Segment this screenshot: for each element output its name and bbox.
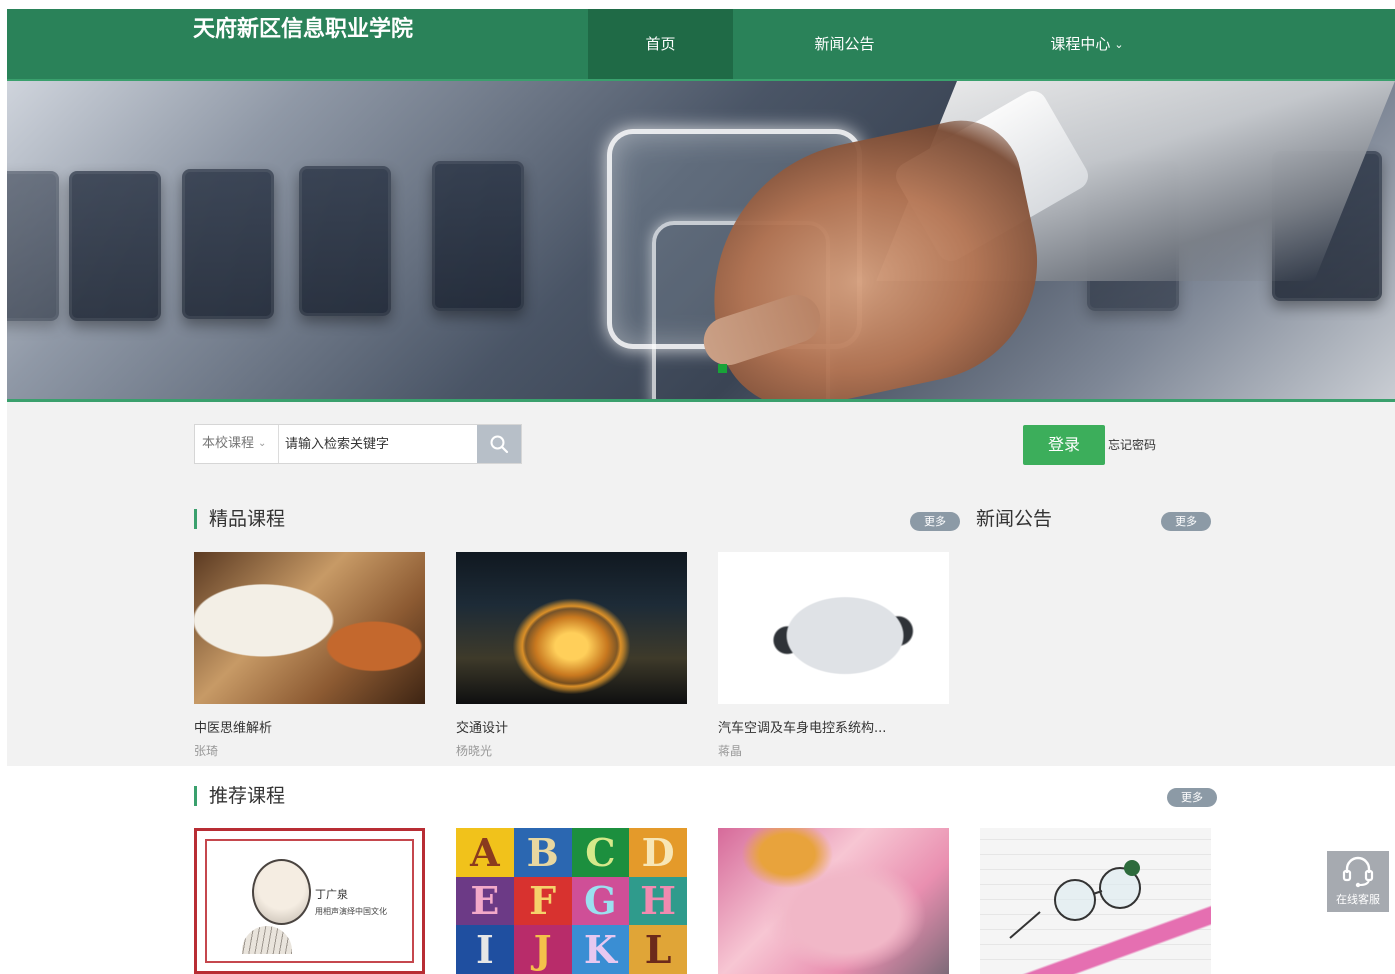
course-card-title[interactable]: 交通设计: [456, 717, 508, 736]
banner-key: [7, 171, 59, 321]
banner-key: [69, 171, 161, 321]
course-card-teacher: 杨晓光: [456, 744, 493, 758]
search-scope-select[interactable]: 本校课程 ⌄: [195, 425, 279, 463]
course-card-image[interactable]: [194, 552, 425, 704]
top-header: 天府新区信息职业学院 首页 新闻公告 课程中心 ⌄: [7, 9, 1395, 81]
letter-tile: C: [571, 828, 630, 877]
recommended-courses-title: 推荐课程: [194, 786, 285, 806]
featured-more-button[interactable]: 更多: [910, 512, 960, 531]
headset-icon: [1342, 856, 1374, 888]
letter-tile: F: [513, 876, 572, 926]
news-title: 新闻公告: [976, 508, 1053, 530]
customer-service-label: 在线客服: [1336, 893, 1380, 906]
hero-banner[interactable]: [7, 81, 1395, 402]
image-subcaption: 用相声演绎中国文化: [315, 907, 387, 916]
banner-key: [432, 161, 524, 311]
course-card-title[interactable]: 汽车空调及车身电控系统构...: [718, 717, 886, 736]
course-search: 本校课程 ⌄: [194, 424, 522, 464]
letter-tile: D: [629, 828, 687, 877]
nav-home[interactable]: 首页: [588, 9, 733, 79]
course-card-teacher: 张琦: [194, 744, 219, 758]
search-scope-value: 本校课程: [202, 436, 255, 451]
site-logo[interactable]: 天府新区信息职业学院: [193, 11, 413, 43]
login-button[interactable]: 登录: [1023, 425, 1105, 465]
letter-tile: J: [513, 925, 572, 974]
course-card-image[interactable]: A B C D E F G H I J K L: [456, 828, 687, 974]
online-customer-service[interactable]: 在线客服: [1327, 851, 1389, 912]
glasses-icon: [1009, 860, 1141, 939]
letter-tile: I: [456, 925, 514, 974]
letter-tile: B: [513, 828, 572, 877]
image-caption: 丁广泉: [315, 888, 348, 901]
search-icon: [490, 435, 509, 454]
letter-tile: H: [629, 876, 687, 926]
banner-slide-indicator[interactable]: [718, 364, 727, 373]
course-card-image[interactable]: 丁广泉 用相声演绎中国文化: [194, 828, 425, 974]
nav-course-center-label: 课程中心: [1050, 35, 1111, 53]
chevron-down-icon: ⌄: [258, 438, 267, 449]
featured-courses-title: 精品课程: [194, 509, 285, 529]
course-card-teacher: 蒋晶: [718, 744, 743, 758]
letter-tile: K: [571, 925, 630, 974]
nav-news[interactable]: 新闻公告: [767, 9, 922, 79]
letter-tile: E: [456, 876, 514, 926]
search-input[interactable]: [279, 425, 479, 463]
news-more-button[interactable]: 更多: [1161, 512, 1211, 531]
chevron-down-icon: ⌄: [1114, 38, 1124, 51]
page-root: 天府新区信息职业学院 首页 新闻公告 课程中心 ⌄ 本校课程 ⌄ 请输入检索关键…: [0, 0, 1395, 974]
course-card-title[interactable]: 中医思维解析: [194, 717, 272, 736]
letter-tile: L: [629, 925, 687, 974]
course-card-image[interactable]: [718, 552, 949, 704]
nav-course-center[interactable]: 课程中心 ⌄: [1002, 9, 1172, 79]
letter-tile: G: [571, 876, 630, 926]
letter-tile: A: [456, 828, 514, 877]
banner-key: [182, 169, 274, 319]
recommended-more-button[interactable]: 更多: [1167, 788, 1217, 807]
course-card-image[interactable]: [980, 828, 1211, 974]
search-button[interactable]: [477, 425, 521, 463]
course-card-image[interactable]: [718, 828, 949, 974]
forgot-password-link[interactable]: 忘记密码: [1108, 436, 1156, 453]
caricature-face: [252, 859, 311, 925]
banner-key: [299, 166, 391, 316]
course-card-image[interactable]: [456, 552, 687, 704]
